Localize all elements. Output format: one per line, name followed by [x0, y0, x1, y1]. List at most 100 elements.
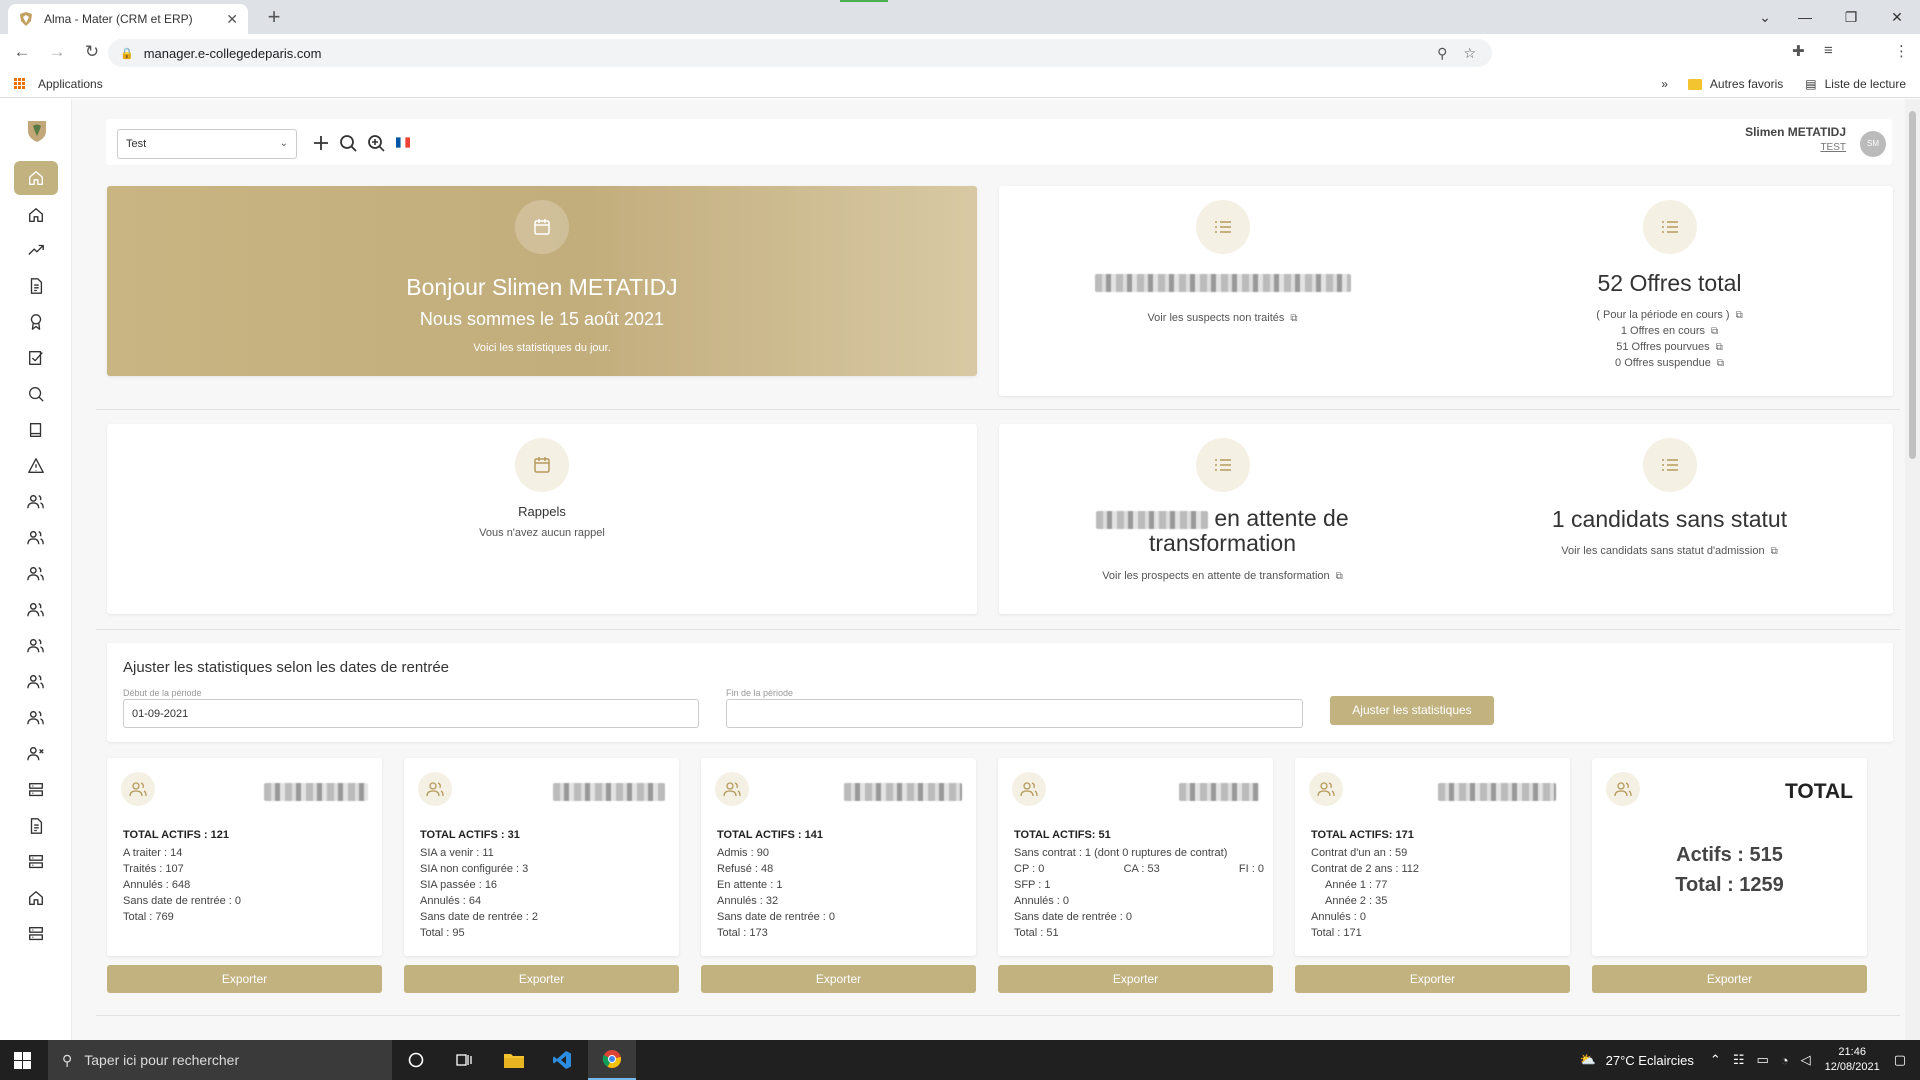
file-explorer-icon[interactable]	[490, 1040, 538, 1080]
task-view-icon[interactable]	[440, 1040, 488, 1080]
sidebar-item-7[interactable]	[14, 377, 58, 411]
back-button[interactable]: ←	[9, 39, 35, 65]
prospects-title: en attente de	[1214, 505, 1349, 531]
reload-button[interactable]: ↻	[79, 39, 105, 65]
cortana-icon[interactable]	[392, 1040, 440, 1080]
extensions-icon[interactable]: ✚	[1792, 42, 1805, 60]
export-button[interactable]: Exporter	[404, 965, 679, 993]
external-link-icon: ⧉	[1716, 358, 1724, 369]
scrollbar-thumb[interactable]	[1909, 111, 1916, 459]
avatar[interactable]: SM	[1860, 131, 1886, 157]
users-icon	[1317, 782, 1335, 797]
weather-icon[interactable]: ⛅	[1579, 1052, 1595, 1068]
sidebar-item-10[interactable]	[14, 485, 58, 519]
sidebar-item-17[interactable]	[14, 737, 58, 771]
export-button[interactable]: Exporter	[1592, 965, 1867, 993]
lock-icon[interactable]: 🔒	[120, 47, 134, 60]
omnibox[interactable]: 🔒 manager.e-collegedeparis.com ⚲ ☆	[108, 39, 1492, 67]
export-button[interactable]: Exporter	[998, 965, 1273, 993]
context-select[interactable]: Test ⌄	[117, 129, 297, 159]
sidebar-item-19[interactable]	[14, 809, 58, 843]
stat-line: Année 2 : 35	[1325, 895, 1388, 907]
search-icon[interactable]	[338, 133, 358, 153]
stat-line: A traiter : 14	[123, 847, 183, 859]
sidebar-item-2[interactable]	[14, 198, 58, 232]
offers-filled-link[interactable]: 51 Offres pourvues ⧉	[1446, 341, 1893, 353]
sidebar-item-1[interactable]	[14, 161, 58, 195]
stat-head: TOTAL ACTIFS : 121	[123, 829, 229, 841]
start-date-input[interactable]: 01-09-2021	[123, 699, 699, 728]
notifications-icon[interactable]: ▢	[1894, 1052, 1906, 1068]
sidebar-item-13[interactable]	[14, 593, 58, 627]
list-icon	[1661, 459, 1678, 471]
adjust-stats-button[interactable]: Ajuster les statistiques	[1330, 696, 1494, 725]
taskbar-search[interactable]: ⚲ Taper ici pour rechercher	[48, 1040, 392, 1080]
sidebar-item-11[interactable]	[14, 521, 58, 555]
prospects-link[interactable]: Voir les prospects en attente de transfo…	[999, 570, 1446, 582]
taskbar-clock[interactable]: 21:46 12/08/2021	[1825, 1045, 1880, 1075]
reading-list[interactable]: Liste de lecture	[1825, 77, 1906, 91]
sidebar-item-16[interactable]	[14, 701, 58, 735]
sidebar-item-15[interactable]	[14, 665, 58, 699]
vscode-icon[interactable]	[538, 1040, 586, 1080]
sidebar-item-4[interactable]	[14, 269, 58, 303]
media-control-icon[interactable]: ≡	[1824, 42, 1833, 59]
user-info[interactable]: Slimen METATIDJ TEST	[1745, 125, 1846, 153]
sidebar-item-21[interactable]	[14, 881, 58, 915]
zoom-in-icon[interactable]	[366, 133, 386, 153]
url-text[interactable]: manager.e-collegedeparis.com	[144, 46, 1437, 61]
close-tab-icon[interactable]: ✕	[226, 11, 238, 28]
apps-shortcut[interactable]: Applications	[14, 77, 103, 91]
sidebar-item-5[interactable]	[14, 305, 58, 339]
wifi-icon[interactable]: ◔	[1781, 1053, 1789, 1068]
sidebar-item-9[interactable]	[14, 449, 58, 483]
forward-button[interactable]: →	[44, 39, 70, 65]
redacted-category	[1438, 783, 1556, 801]
main-content: Test ⌄ Slimen METATIDJ TEST SM Bonjour S…	[96, 99, 1900, 1040]
weather-text[interactable]: 27°C Eclaircies	[1606, 1053, 1694, 1068]
school-logo-icon[interactable]	[25, 119, 49, 143]
sidebar-item-22[interactable]	[14, 917, 58, 951]
new-tab-button[interactable]: +	[260, 4, 288, 32]
sidebar-item-14[interactable]	[14, 629, 58, 663]
export-button[interactable]: Exporter	[1295, 965, 1570, 993]
offers-period-link[interactable]: ( Pour la période en cours ) ⧉	[1446, 309, 1893, 321]
end-date-input[interactable]	[726, 699, 1303, 728]
sidebar-item-3[interactable]	[14, 233, 58, 267]
chrome-icon[interactable]	[588, 1040, 636, 1080]
bookmarks-overflow-icon[interactable]: »	[1661, 77, 1668, 91]
french-flag-icon[interactable]	[396, 137, 410, 148]
external-link-icon: ⧉	[1770, 546, 1778, 557]
sidebar-item-18[interactable]	[14, 773, 58, 807]
windows-start-icon[interactable]	[14, 1052, 31, 1069]
browser-tab[interactable]: Alma - Mater (CRM et ERP) ✕	[8, 4, 248, 34]
volume-icon[interactable]: ◁	[1801, 1052, 1811, 1068]
add-icon[interactable]	[311, 133, 331, 153]
network-icon[interactable]: ☷	[1733, 1052, 1745, 1068]
stat-line: Total : 95	[420, 927, 465, 939]
suspects-link[interactable]: Voir les suspects non traités ⧉	[999, 312, 1446, 324]
sidebar-item-6[interactable]	[14, 341, 58, 375]
sidebar-item-12[interactable]	[14, 557, 58, 591]
sidebar-item-20[interactable]	[14, 845, 58, 879]
battery-icon[interactable]: ▭	[1756, 1052, 1768, 1068]
export-button[interactable]: Exporter	[701, 965, 976, 993]
user-role[interactable]: TEST	[1745, 142, 1846, 153]
house-icon	[29, 891, 43, 905]
close-window-button[interactable]: ✕	[1874, 9, 1920, 26]
stat-lines: Admis : 90 Refusé : 48 En attente : 1 An…	[717, 845, 967, 941]
tab-search-icon[interactable]: ⌄	[1748, 9, 1782, 26]
offers-in-progress-link[interactable]: 1 Offres en cours ⧉	[1446, 325, 1893, 337]
page-scrollbar[interactable]	[1905, 99, 1920, 1040]
candidates-link[interactable]: Voir les candidats sans statut d'admissi…	[1446, 545, 1893, 557]
export-button[interactable]: Exporter	[107, 965, 382, 993]
minimize-button[interactable]: —	[1782, 9, 1828, 25]
show-hidden-icons[interactable]: ⌃	[1710, 1052, 1721, 1068]
browser-menu-icon[interactable]: ⋮	[1894, 42, 1909, 60]
sidebar-item-8[interactable]	[14, 413, 58, 447]
restore-button[interactable]: ❐	[1828, 9, 1874, 26]
zoom-icon[interactable]: ⚲	[1437, 45, 1447, 62]
other-bookmarks[interactable]: Autres favoris	[1710, 77, 1783, 91]
offers-suspended-link[interactable]: 0 Offres suspendue ⧉	[1446, 357, 1893, 369]
bookmark-star-icon[interactable]: ☆	[1463, 45, 1476, 62]
